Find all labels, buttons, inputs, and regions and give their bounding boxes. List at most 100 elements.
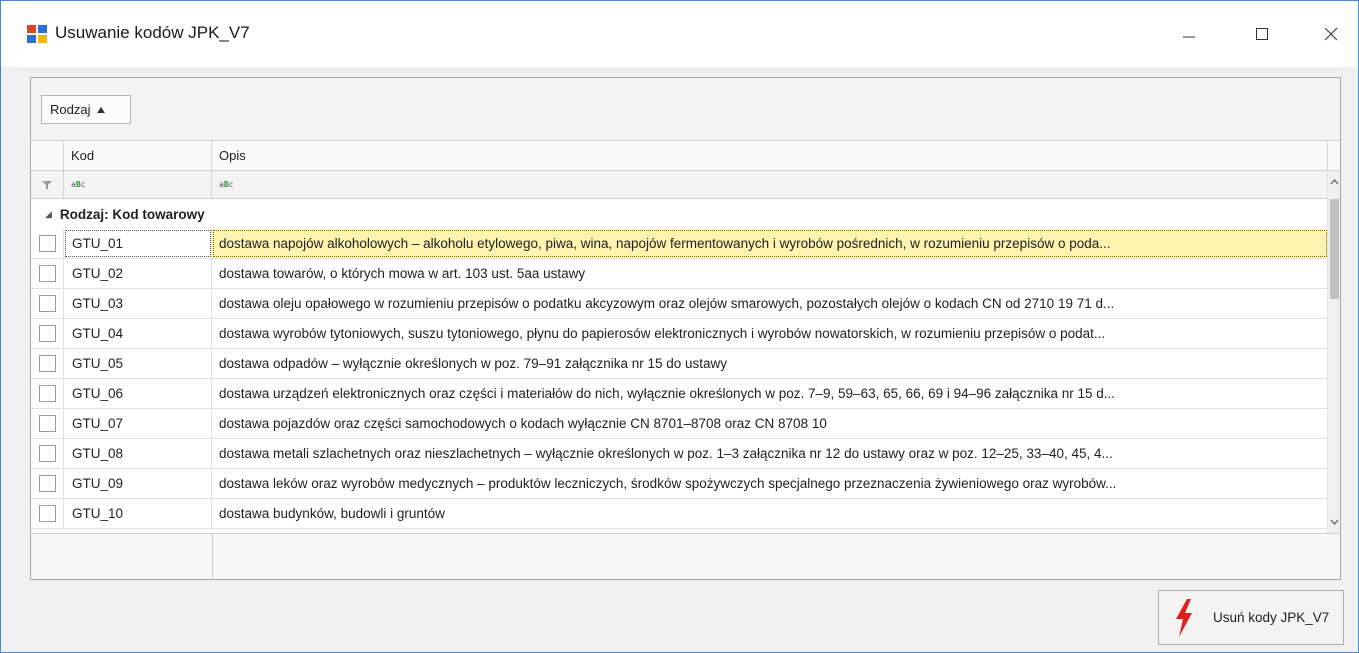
row-select-cell[interactable] bbox=[31, 499, 64, 528]
scrollbar-thumb[interactable] bbox=[1330, 199, 1339, 299]
grid-footer bbox=[31, 533, 1340, 579]
funnel-icon bbox=[42, 180, 52, 189]
close-button[interactable] bbox=[1308, 15, 1354, 53]
cell-opis[interactable]: dostawa napojów alkoholowych – alkoholu … bbox=[212, 229, 1328, 258]
cell-kod[interactable]: GTU_10 bbox=[64, 499, 212, 528]
vertical-scrollbar[interactable] bbox=[1327, 171, 1340, 533]
row-select-cell[interactable] bbox=[31, 349, 64, 378]
row-list: GTU_01 dostawa napojów alkoholowych – alk… bbox=[31, 229, 1328, 529]
scroll-down-icon[interactable] bbox=[1328, 513, 1341, 531]
kod-value: GTU_01 bbox=[72, 236, 124, 251]
row-checkbox[interactable] bbox=[38, 475, 56, 492]
text-filter-icon: aBc bbox=[71, 180, 86, 189]
row-select-cell[interactable] bbox=[31, 469, 64, 498]
kod-value: GTU_06 bbox=[72, 386, 124, 401]
row-select-cell[interactable] bbox=[31, 319, 64, 348]
maximize-icon bbox=[1256, 28, 1268, 40]
row-checkbox[interactable] bbox=[38, 235, 56, 252]
cell-kod[interactable]: GTU_05 bbox=[64, 349, 212, 378]
table-row[interactable]: GTU_10 dostawa budynków, budowli i gruntó… bbox=[31, 499, 1328, 529]
maximize-button[interactable] bbox=[1239, 15, 1285, 53]
table-row[interactable]: GTU_02 dostawa towarów, o których mowa w … bbox=[31, 259, 1328, 289]
group-row-label: Rodzaj: Kod towarowy bbox=[59, 206, 205, 222]
cell-opis[interactable]: dostawa pojazdów oraz części samochodowy… bbox=[212, 409, 1328, 438]
column-header-row: Kod Opis bbox=[31, 140, 1340, 171]
cell-opis[interactable]: dostawa oleju opałowego w rozumieniu prz… bbox=[212, 289, 1328, 318]
cell-kod[interactable]: GTU_09 bbox=[64, 469, 212, 498]
kod-value: GTU_10 bbox=[72, 506, 124, 521]
cell-opis[interactable]: dostawa towarów, o których mowa w art. 1… bbox=[212, 259, 1328, 288]
opis-value: dostawa odpadów – wyłącznie określonych … bbox=[219, 356, 728, 371]
row-checkbox[interactable] bbox=[38, 505, 56, 522]
opis-value: dostawa leków oraz wyrobów medycznych – … bbox=[219, 476, 1117, 491]
cell-opis[interactable]: dostawa odpadów – wyłącznie określonych … bbox=[212, 349, 1328, 378]
table-row[interactable]: GTU_03 dostawa oleju opałowego w rozumien… bbox=[31, 289, 1328, 319]
row-checkbox[interactable] bbox=[38, 265, 56, 282]
row-select-cell[interactable] bbox=[31, 229, 64, 258]
table-row[interactable]: GTU_09 dostawa leków oraz wyrobów medyczn… bbox=[31, 469, 1328, 499]
opis-value: dostawa urządzeń elektronicznych oraz cz… bbox=[219, 386, 1115, 401]
delete-codes-label: Usuń kody JPK_V7 bbox=[1213, 610, 1330, 625]
table-row[interactable]: GTU_06 dostawa urządzeń elektronicznych o… bbox=[31, 379, 1328, 409]
grid-body: ◢ Rodzaj: Kod towarowy GTU_01 dostawa nap… bbox=[31, 199, 1328, 533]
kod-value: GTU_09 bbox=[72, 476, 124, 491]
table-row[interactable]: GTU_08 dostawa metali szlachetnych oraz n… bbox=[31, 439, 1328, 469]
row-checkbox[interactable] bbox=[38, 415, 56, 432]
kod-value: GTU_04 bbox=[72, 326, 124, 341]
table-row[interactable]: GTU_05 dostawa odpadów – wyłącznie określ… bbox=[31, 349, 1328, 379]
kod-value: GTU_03 bbox=[72, 296, 124, 311]
cell-kod[interactable]: GTU_01 bbox=[64, 229, 212, 258]
cell-kod[interactable]: GTU_06 bbox=[64, 379, 212, 408]
cell-kod[interactable]: GTU_02 bbox=[64, 259, 212, 288]
row-select-cell[interactable] bbox=[31, 259, 64, 288]
opis-value: dostawa budynków, budowli i gruntów bbox=[219, 506, 445, 521]
kod-value: GTU_08 bbox=[72, 446, 124, 461]
collapse-triangle-icon[interactable]: ◢ bbox=[45, 209, 52, 220]
group-by-chip[interactable]: Rodzaj bbox=[41, 95, 131, 124]
sort-ascending-icon bbox=[97, 106, 106, 113]
text-filter-icon: aBc bbox=[219, 180, 234, 189]
row-select-cell[interactable] bbox=[31, 409, 64, 438]
opis-value: dostawa oleju opałowego w rozumieniu prz… bbox=[219, 296, 1115, 311]
cell-opis[interactable]: dostawa wyrobów tytoniowych, suszu tyton… bbox=[212, 319, 1328, 348]
cell-kod[interactable]: GTU_04 bbox=[64, 319, 212, 348]
row-checkbox[interactable] bbox=[38, 295, 56, 312]
row-checkbox[interactable] bbox=[38, 355, 56, 372]
table-row[interactable]: GTU_07 dostawa pojazdów oraz części samoc… bbox=[31, 409, 1328, 439]
cell-kod[interactable]: GTU_03 bbox=[64, 289, 212, 318]
filter-row: aBc aBc bbox=[31, 171, 1340, 199]
row-checkbox[interactable] bbox=[38, 445, 56, 462]
kod-value: GTU_02 bbox=[72, 266, 124, 281]
filter-kod-input[interactable]: aBc bbox=[64, 171, 212, 198]
cell-kod[interactable]: GTU_07 bbox=[64, 409, 212, 438]
row-checkbox[interactable] bbox=[38, 325, 56, 342]
scroll-up-icon[interactable] bbox=[1328, 173, 1341, 191]
title-bar: Usuwanie kodów JPK_V7 bbox=[1, 1, 1358, 67]
column-header-kod[interactable]: Kod bbox=[64, 141, 212, 170]
opis-value: dostawa wyrobów tytoniowych, suszu tyton… bbox=[219, 326, 1106, 341]
cell-opis[interactable]: dostawa urządzeń elektronicznych oraz cz… bbox=[212, 379, 1328, 408]
cell-kod[interactable]: GTU_08 bbox=[64, 439, 212, 468]
row-select-cell[interactable] bbox=[31, 439, 64, 468]
group-row[interactable]: ◢ Rodzaj: Kod towarowy bbox=[31, 199, 1328, 229]
lightning-icon bbox=[1176, 598, 1192, 637]
close-icon bbox=[1324, 27, 1338, 41]
row-select-cell[interactable] bbox=[31, 289, 64, 318]
cell-opis[interactable]: dostawa leków oraz wyrobów medycznych – … bbox=[212, 469, 1328, 498]
table-row[interactable]: GTU_01 dostawa napojów alkoholowych – alk… bbox=[31, 229, 1328, 259]
minimize-icon bbox=[1183, 36, 1195, 38]
filter-opis-input[interactable]: aBc bbox=[212, 171, 1328, 198]
opis-value: dostawa towarów, o których mowa w art. 1… bbox=[219, 266, 586, 281]
row-select-cell[interactable] bbox=[31, 379, 64, 408]
row-checkbox[interactable] bbox=[38, 385, 56, 402]
cell-opis[interactable]: dostawa budynków, budowli i gruntów bbox=[212, 499, 1328, 528]
delete-codes-button[interactable]: Usuń kody JPK_V7 bbox=[1158, 590, 1344, 645]
cell-opis[interactable]: dostawa metali szlachetnych oraz nieszla… bbox=[212, 439, 1328, 468]
column-header-opis[interactable]: Opis bbox=[212, 141, 1328, 170]
minimize-button[interactable] bbox=[1166, 15, 1212, 53]
kod-value: GTU_07 bbox=[72, 416, 124, 431]
dialog-window: Usuwanie kodów JPK_V7 Rodzaj Kod Opis aB… bbox=[0, 0, 1359, 653]
filter-icon[interactable] bbox=[31, 171, 64, 198]
codes-grid: Rodzaj Kod Opis aBc aBc ◢ Rodzaj: Kod to… bbox=[30, 77, 1341, 580]
table-row[interactable]: GTU_04 dostawa wyrobów tytoniowych, suszu… bbox=[31, 319, 1328, 349]
